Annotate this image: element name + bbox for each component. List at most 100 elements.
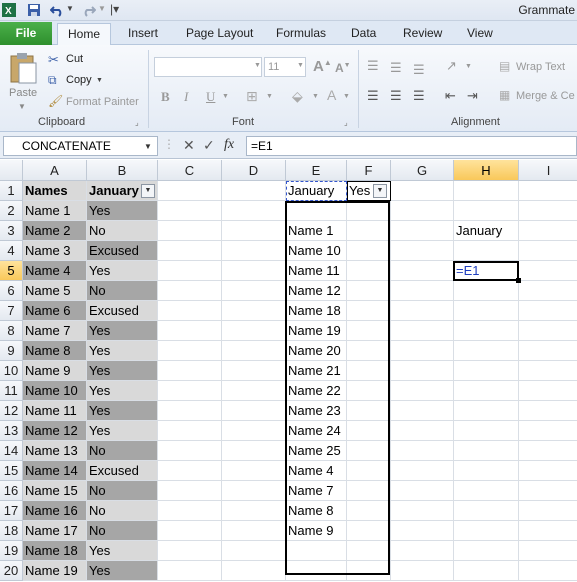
cell-h1[interactable] [454,181,519,201]
column-header-a[interactable]: A [23,160,87,181]
row-header-2[interactable]: 2 [0,201,23,221]
cell-d14[interactable] [222,441,286,461]
font-color-dropdown-icon[interactable]: ▼ [343,93,350,100]
cell-d3[interactable] [222,221,286,241]
cell-a11[interactable]: Name 10 [23,381,87,401]
cell-h18[interactable] [454,521,519,541]
formula-input[interactable]: =E1 [246,136,577,156]
cell-g15[interactable] [391,461,454,481]
cell-e12[interactable]: Name 23 [286,401,347,421]
cell-d5[interactable] [222,261,286,281]
cell-d2[interactable] [222,201,286,221]
merge-center-icon[interactable]: ▦ [499,88,510,102]
row-header-18[interactable]: 18 [0,521,23,541]
italic-button[interactable]: I [184,89,188,105]
redo-icon[interactable] [82,3,96,17]
cell-c8[interactable] [158,321,222,341]
cell-c15[interactable] [158,461,222,481]
merge-center-button[interactable]: Merge & Ce [516,90,575,102]
cell-i14[interactable] [519,441,577,461]
cell-i9[interactable] [519,341,577,361]
cell-d10[interactable] [222,361,286,381]
cell-i20[interactable] [519,561,577,581]
cut-button[interactable]: Cut [66,53,83,65]
cut-icon[interactable]: ✂ [48,52,59,68]
orientation-icon[interactable]: ↗ [446,58,457,74]
underline-dropdown-icon[interactable]: ▼ [222,93,229,100]
formula-bar-resize-icon[interactable]: ⋮ [163,137,175,151]
cell-a15[interactable]: Name 14 [23,461,87,481]
cell-a14[interactable]: Name 13 [23,441,87,461]
font-color-icon[interactable]: A [327,87,336,103]
cell-c16[interactable] [158,481,222,501]
cell-g5[interactable] [391,261,454,281]
cell-b9[interactable]: Yes [87,341,158,361]
cell-f17[interactable] [347,501,391,521]
cell-i15[interactable] [519,461,577,481]
column-header-b[interactable]: B [87,160,158,181]
cell-b16[interactable]: No [87,481,158,501]
cell-h7[interactable] [454,301,519,321]
cell-g3[interactable] [391,221,454,241]
cell-g19[interactable] [391,541,454,561]
cell-b14[interactable]: No [87,441,158,461]
column-header-e[interactable]: E [286,160,347,181]
cell-c13[interactable] [158,421,222,441]
cell-i4[interactable] [519,241,577,261]
font-name-select[interactable] [154,57,262,77]
cell-g13[interactable] [391,421,454,441]
cell-a4[interactable]: Name 3 [23,241,87,261]
cell-d18[interactable] [222,521,286,541]
undo-dropdown-icon[interactable]: ▼ [66,4,74,13]
copy-dropdown-icon[interactable]: ▼ [96,77,103,84]
cell-h20[interactable] [454,561,519,581]
cell-d7[interactable] [222,301,286,321]
cell-g16[interactable] [391,481,454,501]
insert-function-icon[interactable]: fx [224,137,234,153]
cell-b15[interactable]: Excused [87,461,158,481]
cell-h4[interactable] [454,241,519,261]
row-header-12[interactable]: 12 [0,401,23,421]
cell-h8[interactable] [454,321,519,341]
cell-c14[interactable] [158,441,222,461]
cell-a19[interactable]: Name 18 [23,541,87,561]
cell-h5[interactable]: =E1 [454,261,519,281]
cell-b6[interactable]: No [87,281,158,301]
cell-g17[interactable] [391,501,454,521]
cell-b13[interactable]: Yes [87,421,158,441]
cell-c4[interactable] [158,241,222,261]
cell-d8[interactable] [222,321,286,341]
cell-h13[interactable] [454,421,519,441]
cell-e3[interactable]: Name 1 [286,221,347,241]
cell-i10[interactable] [519,361,577,381]
cell-g10[interactable] [391,361,454,381]
cell-b20[interactable]: Yes [87,561,158,581]
cell-c6[interactable] [158,281,222,301]
cell-e15[interactable]: Name 4 [286,461,347,481]
cell-b17[interactable]: No [87,501,158,521]
cell-c9[interactable] [158,341,222,361]
cell-g4[interactable] [391,241,454,261]
cell-c12[interactable] [158,401,222,421]
cell-b8[interactable]: Yes [87,321,158,341]
cell-h19[interactable] [454,541,519,561]
cell-d20[interactable] [222,561,286,581]
cell-f19[interactable] [347,541,391,561]
cell-i11[interactable] [519,381,577,401]
cell-c20[interactable] [158,561,222,581]
cell-c18[interactable] [158,521,222,541]
row-header-4[interactable]: 4 [0,241,23,261]
cell-i7[interactable] [519,301,577,321]
cell-a20[interactable]: Name 19 [23,561,87,581]
tab-file[interactable]: File [0,22,52,45]
wrap-text-button[interactable]: Wrap Text [516,61,565,73]
row-header-5[interactable]: 5 [0,261,23,281]
wrap-text-icon[interactable]: ▤ [499,59,510,73]
filter-dropdown-icon[interactable]: ▼ [141,184,155,198]
cell-f13[interactable] [347,421,391,441]
column-header-c[interactable]: C [158,160,222,181]
cell-f10[interactable] [347,361,391,381]
cell-a8[interactable]: Name 7 [23,321,87,341]
cell-f2[interactable] [347,201,391,221]
cell-e4[interactable]: Name 10 [286,241,347,261]
